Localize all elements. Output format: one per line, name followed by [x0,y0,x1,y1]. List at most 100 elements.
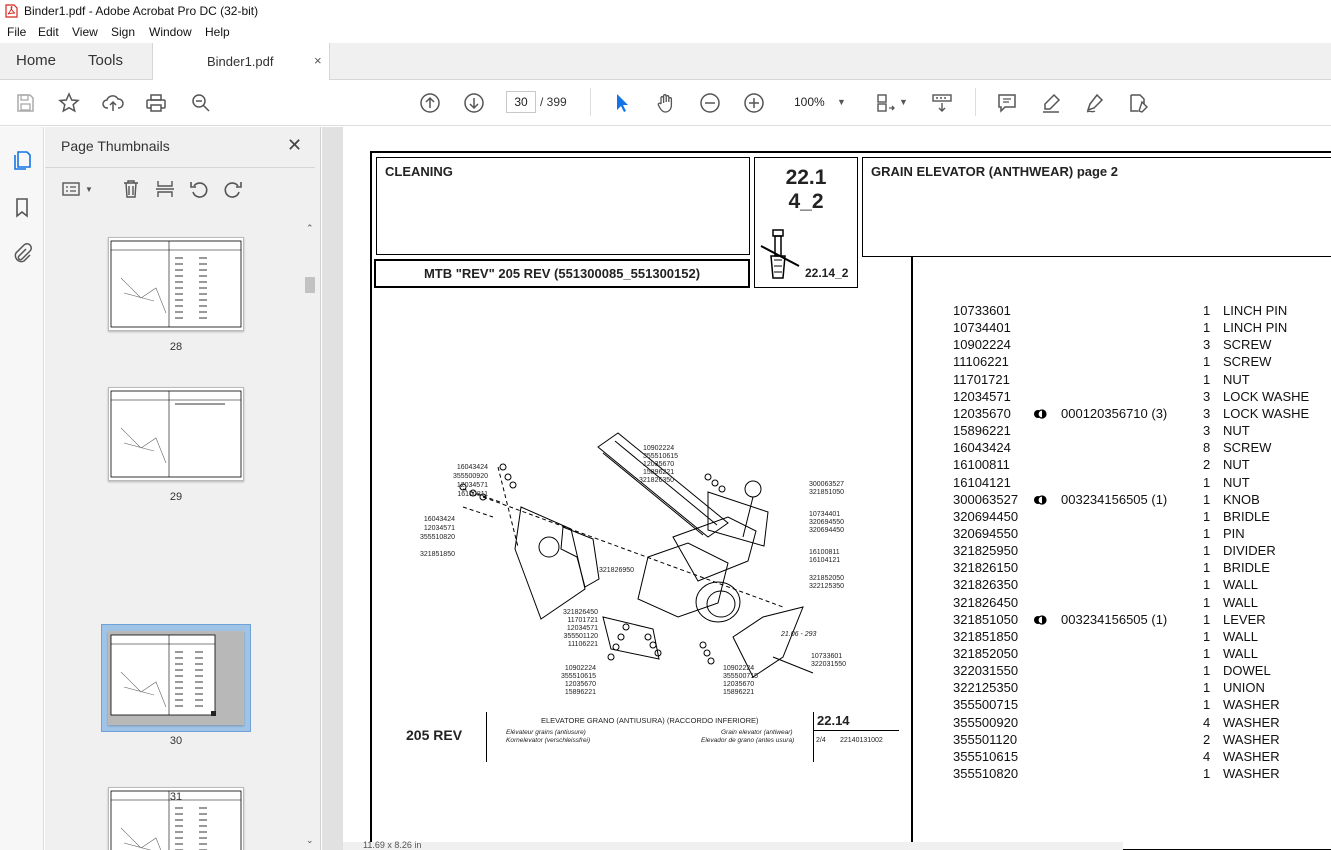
callout: 321826350 [639,477,675,484]
thumbnail-page[interactable] [108,237,244,331]
tab-document[interactable]: Binder1.pdf × [152,43,330,80]
part-quantity: 1 [1203,508,1211,524]
upload-cloud-icon[interactable] [101,91,125,115]
parts-row: 11701721 1 NUT [953,372,1331,389]
layout-chevron-down-icon[interactable]: ▼ [899,97,908,107]
part-number: 320694450 [953,508,1019,524]
print-icon[interactable] [144,91,168,115]
part-description: WALL [1223,646,1258,661]
rotate-right-icon[interactable] [222,178,244,200]
left-rail [0,127,44,850]
part-quantity: 3 [1203,423,1211,439]
options-menu-icon[interactable] [61,178,83,200]
page-thumbnails-icon[interactable] [11,149,33,171]
menu-help[interactable]: Help [205,25,230,39]
part-description: UNION [1223,680,1265,696]
part-quantity: 2 [1203,731,1211,747]
scrollbar-thumb[interactable] [305,277,315,293]
part-description: WASHER [1223,731,1280,747]
fill-sign-icon[interactable] [1126,91,1150,115]
part-description: WASHER [1223,748,1280,764]
thumbnail-page-selected[interactable] [108,631,244,725]
thumbnail-page[interactable] [108,387,244,481]
parts-row: 12034571 3 LOCK WASHE [953,389,1331,406]
callouts-left-bottom: 16043424 12034571 355510820 321851850 [405,515,455,559]
menu-edit[interactable]: Edit [38,25,59,39]
replacement-marker-icon [1034,409,1047,419]
drawing-title-it: ELEVATORE GRANO (ANTIUSURA) (RACCORDO IN… [541,716,759,725]
document-view[interactable]: CLEANING 22.1 4_2 22.14_2 GRAIN ELEVATOR… [322,127,1331,850]
part-description: DOWEL [1223,663,1271,679]
page-layout-icon[interactable] [874,91,898,115]
zoom-search-icon[interactable] [189,91,213,115]
part-description: WALL [1223,577,1258,593]
tab-tools[interactable]: Tools [88,52,123,69]
model-title: MTB "REV" 205 REV (551300085_551300152) [423,266,701,281]
attachments-icon[interactable] [11,242,33,264]
alternate-part-number: 003234156505 (1) [1061,611,1168,627]
zoom-in-icon[interactable] [742,91,766,115]
part-quantity: 4 [1203,714,1211,730]
callout: 10733601 [811,653,843,660]
callout: 10902224 [643,445,675,452]
menu-window[interactable]: Window [149,25,192,39]
title-block-divider-2 [813,712,814,762]
part-quantity: 1 [1203,371,1211,387]
replacement-marker-icon [1034,615,1047,625]
scroll-down-icon[interactable]: ⌄ [306,835,314,846]
options-chevron-icon[interactable]: ▼ [85,185,93,194]
callout: 355501120 [563,633,598,640]
part-number: 321825950 [953,543,1019,559]
thumbnail-scrollbar[interactable]: ⌃ ⌄ [303,221,317,850]
parts-row: 355510615 4 WASHER [953,749,1331,766]
callout: 16043424 [456,464,488,471]
parts-row: 16104121 1 NUT [953,475,1331,492]
draw-sign-icon[interactable] [1083,91,1107,115]
callout: 10902224 [564,665,596,672]
part-quantity: 1 [1203,525,1211,541]
callouts-left-top: 16043424 355500920 12034571 16100811 [438,463,488,499]
scroll-up-icon[interactable]: ⌃ [306,223,314,234]
callout: 16100811 [809,549,840,556]
part-number: 321851050 [953,611,1019,627]
next-page-icon[interactable] [462,91,486,115]
hand-tool-icon[interactable] [654,91,678,115]
callout: 321851850 [419,551,455,558]
page-number-input[interactable]: 30 [506,91,536,113]
highlight-pen-icon[interactable] [1039,91,1063,115]
alternate-part-number: 003234156505 (1) [1061,491,1168,507]
previous-page-icon[interactable] [418,91,442,115]
menu-file[interactable]: File [7,25,26,39]
part-number: 320694550 [953,525,1019,541]
comment-icon[interactable] [995,91,1019,115]
title-bar: Binder1.pdf - Adobe Acrobat Pro DC (32-b… [0,0,1331,22]
callout: 355500920 [452,473,488,480]
menu-view[interactable]: View [72,25,98,39]
scroll-mode-icon[interactable] [930,91,954,115]
zoom-level-select[interactable]: 100% ▼ [786,91,854,113]
elevator-part-icon [760,229,800,279]
rotate-left-icon[interactable] [188,178,210,200]
code-sub: 4_2 [788,190,824,213]
part-number: 10734401 [953,320,1011,336]
select-cursor-icon[interactable] [610,91,634,115]
drawing-code: 22.14 [817,713,850,728]
section-title: CLEANING [385,164,453,179]
tab-close-icon[interactable]: × [314,53,322,68]
bookmarks-icon[interactable] [11,196,33,218]
callout: 321826450 [562,609,598,616]
menu-sign[interactable]: Sign [111,25,135,39]
callout: 16104121 [809,557,841,564]
tab-home[interactable]: Home [16,52,56,69]
bookmark-star-icon[interactable] [57,91,81,115]
callout: 12034571 [423,525,455,532]
drawing-title-es: Elevador de grano (antes usura) [701,737,795,744]
part-description: WASHER [1223,697,1280,713]
save-icon[interactable] [13,91,37,115]
delete-pages-icon[interactable] [120,178,142,200]
panel-close-icon[interactable]: ✕ [287,135,302,156]
part-quantity: 1 [1203,491,1211,507]
split-pages-icon[interactable] [154,178,176,200]
zoom-out-icon[interactable] [698,91,722,115]
callout: 355500715 [723,673,759,680]
